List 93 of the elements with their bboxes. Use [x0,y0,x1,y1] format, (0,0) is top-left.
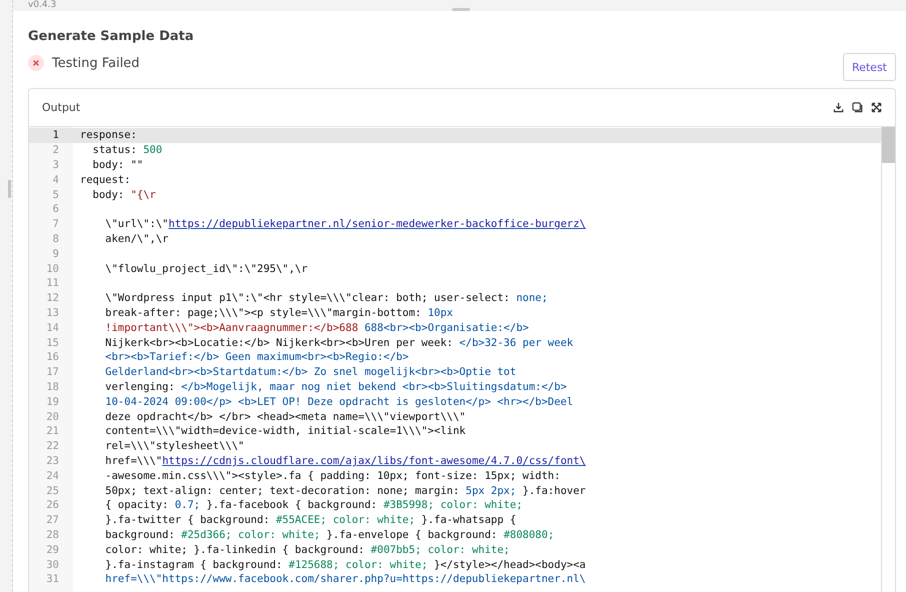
line-number: 3 [52,158,60,171]
code-text: status: [92,144,138,156]
code-text: 10px [428,306,453,319]
code-text: 0.7; [174,499,200,512]
code-text: \"url\":\" [104,218,169,230]
code-text: #808080; [504,528,554,541]
code-text: \"flowlu_project_id\":\"295\",\r [104,262,308,275]
code-text: <br><b>Tarief:</b> Geen maximum<br><b>Regio:</b> [104,351,409,364]
line-number: 4 [52,174,60,186]
code-text: color: white; }.fa-linkedin { background: [104,544,366,556]
line-number: 13 [45,306,60,319]
code-text: #3B5998; color: white; [383,499,523,512]
code-text: }.fa:hover [522,484,586,497]
code-text: request: [80,174,131,186]
code-text: }.fa-instagram { background: [104,558,284,570]
code-text: background: [104,528,176,541]
code-text: body: "" [92,158,144,171]
code-text: }.fa-envelope { background: [326,528,498,541]
code-text: }.fa-twitter { background: [104,514,271,526]
retest-button[interactable]: Retest [842,53,896,81]
code-text: #007bb5; color: white; [370,544,510,556]
code-text: -awesome.min.css\\\"><style>.fa { padding: 10px; font-size: 15px; width: [104,470,560,482]
code-text: 688<br><b>Organisatie:</b> [363,322,529,334]
code-text: Nijkerk<br><b>Locatie:</b> Nijkerk<br><b>Uren per week: [104,336,453,349]
copy-icon[interactable] [852,102,863,113]
line-number: 27 [45,514,60,526]
line-number: 28 [45,528,60,541]
code-link[interactable]: https://cdnjs.cloudflare.com/ajax/libs/font-awesome/4.7.0/css/font\ [162,454,586,467]
code-text: break-after: page;\\\"><p style=\\\"margin-bottom: [104,306,422,319]
code-text: body: [92,188,126,201]
code-text: </b>32-36 per week [458,336,574,349]
drag-handle[interactable] [8,180,11,198]
line-number: 16 [45,351,60,364]
line-number: 19 [45,396,60,408]
section-title: Generate Sample Data [28,29,195,45]
line-number: 22 [45,440,60,452]
code-text: Gelderland<br><b>Startdatum:</b> Zo snel mogelijk<br><b>Optie tot [104,366,516,378]
scrollbar-thumb[interactable] [882,127,895,163]
code-text: !important\\\"><b>Aanvraagnummer:</b>688 [104,322,358,334]
code-text: 50px; text-align: center; text-decoration: none; margin: [104,484,460,497]
line-number: 30 [45,558,60,570]
line-number: 6 [52,203,60,216]
line-number: 24 [45,470,60,482]
code-text: { opacity: [104,499,170,512]
code-text: }.fa-facebook { background: [205,499,378,512]
status-text: Testing Failed [52,56,140,70]
line-number: 2 [52,144,60,156]
line-number: 10 [45,262,60,275]
code-text: }.fa-whatsapp { [420,514,516,526]
expand-icon[interactable] [871,102,882,113]
line-number: 18 [45,380,60,393]
code-text: \"Wordpress input p1\":\"<hr style=\\\"clear: both; user-select: [104,292,511,304]
code-text: #125688; color: white; [288,558,428,570]
line-number: 5 [52,188,60,201]
code-text: href=\\\" [104,454,162,467]
code-text: 500 [143,144,162,156]
line-number: 1 [52,129,60,142]
line-number: 11 [45,277,60,290]
line-number: 25 [45,484,60,497]
line-number: 12 [45,292,60,304]
line-number: 15 [45,336,60,349]
line-number: 14 [45,322,60,334]
code-text: "{\r [130,188,156,201]
code-text: response: [80,129,137,142]
code-text: 10-04-2024 09:00</p> <b>LET OP! Deze opdracht is gesloten</p> <hr></b>Deel [104,396,574,408]
line-number: 7 [52,218,60,230]
line-number: 20 [45,410,60,423]
code-text: #25d366; color: white; [181,528,320,541]
scrollbar[interactable] [881,127,895,592]
line-number: 9 [52,248,60,260]
version-label: v0.4.3 [28,0,56,10]
line-number: 21 [45,425,60,438]
output-title: Output [42,101,80,114]
line-number: 29 [45,544,60,556]
code-text: content=\\\"width=device-width, initial-scale=1\\\"><link [104,425,466,438]
code-text: verlenging: [104,380,175,393]
code-text: </b>Mogelijk, maar nog niet bekend <br><b>Sluitingsdatum:</b> [180,380,567,393]
code-text: href=\\\"https://www.facebook.com/sharer.php?u=https://depubliekepartner.nl\ [104,573,586,586]
code-text: #55ACEE; color: white; [276,514,416,526]
code-link[interactable]: https://depubliekepartner.nl/senior-medewerker-backoffice-burgerz\ [168,218,586,230]
code-text: 5px 2px; [466,484,516,497]
code-text: }</style></head><body><a [433,558,586,570]
code-text: none; [516,292,548,304]
line-number: 31 [45,573,60,586]
download-icon[interactable] [833,102,844,113]
line-number: 23 [45,454,60,467]
line-number: 8 [52,232,60,245]
code-text: rel=\\\"stylesheet\\\" [104,440,244,452]
line-number: 17 [45,366,60,378]
code-text: deze opdracht</b> </br> <head><meta name=\\\"viewport\\\" [104,410,466,423]
code-text: aken/\",\r [104,232,169,245]
resize-handle[interactable] [452,8,470,11]
line-number: 26 [45,499,60,512]
